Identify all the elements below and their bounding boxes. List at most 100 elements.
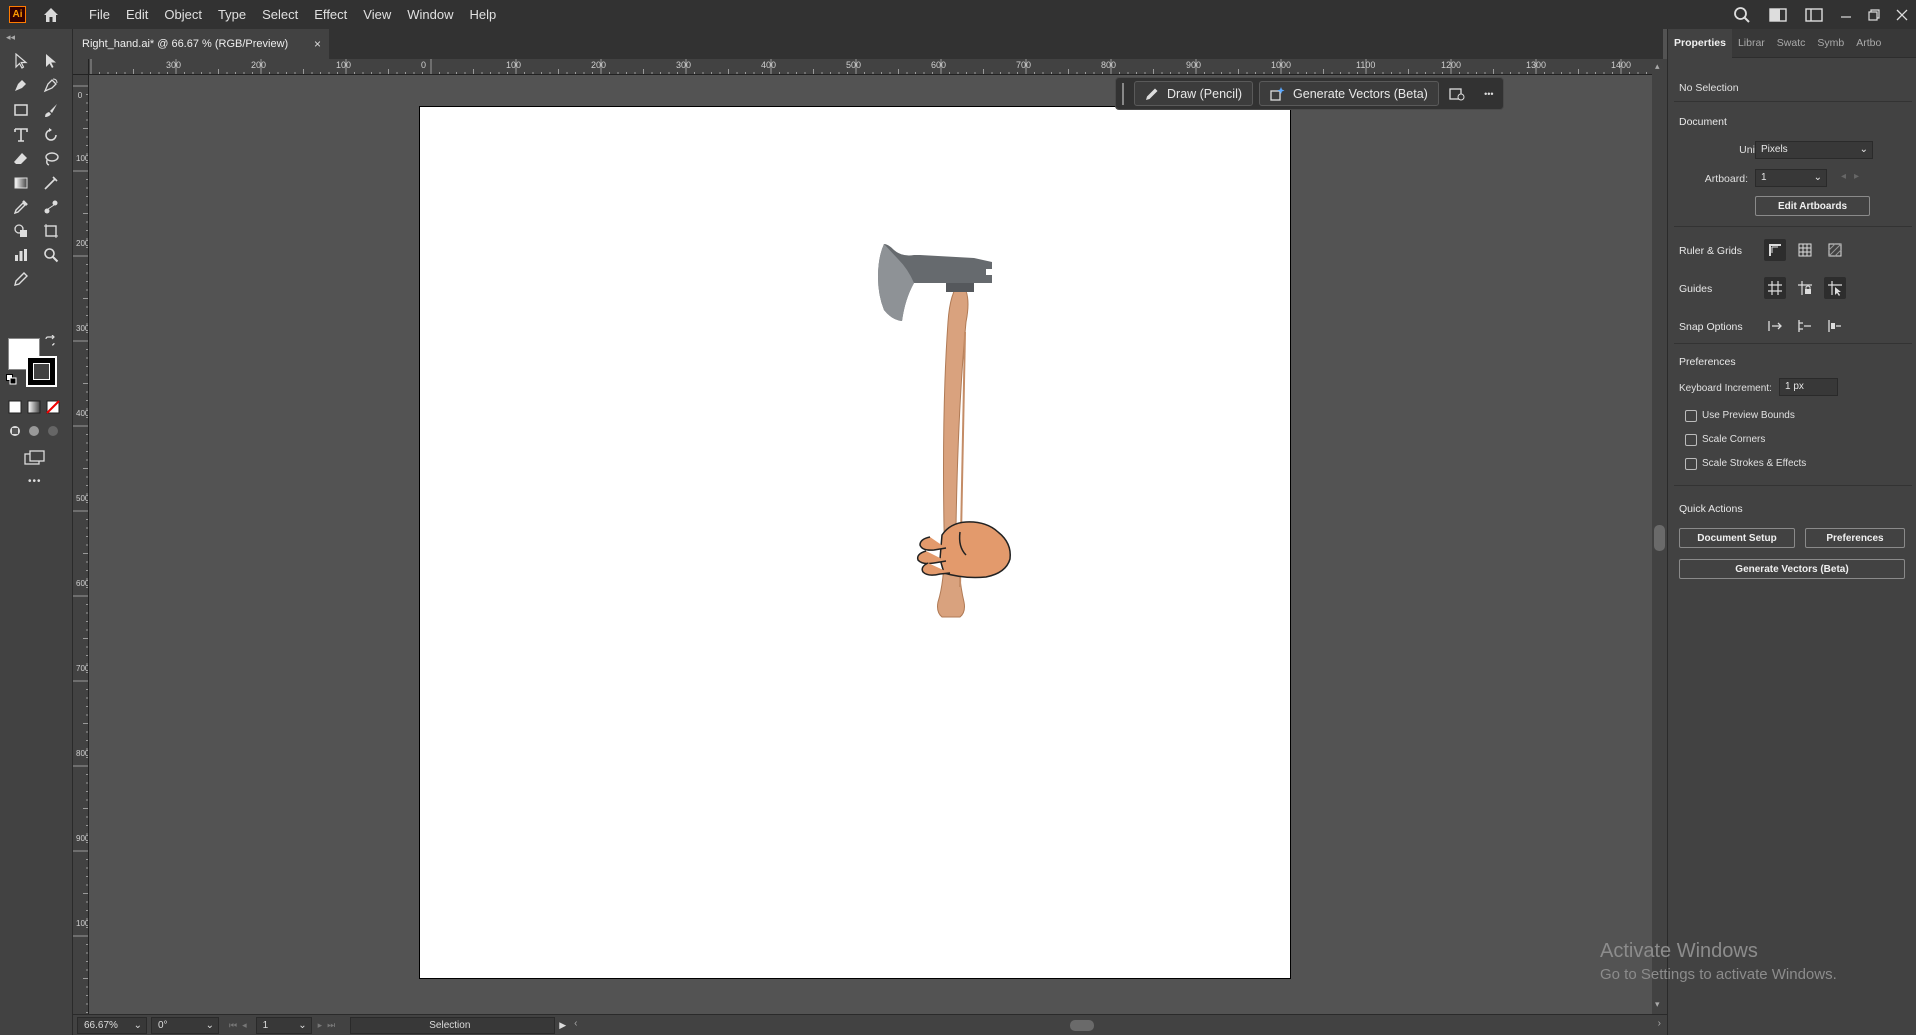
selection-tool-icon[interactable] [8,50,34,72]
menu-edit[interactable]: Edit [118,0,156,29]
curvature-tool-icon[interactable] [38,74,64,96]
tab-swatches[interactable]: Swatc [1771,29,1812,58]
scroll-left-icon[interactable]: ‹ [574,1018,577,1029]
show-grid-icon[interactable] [1794,239,1816,261]
smart-guides-icon[interactable] [1824,277,1846,299]
edit-toolbar-icon[interactable]: ••• [28,476,42,487]
ruler-origin[interactable] [73,59,89,75]
vertical-scroll-thumb[interactable] [1654,525,1665,551]
scroll-up-icon[interactable]: ▴ [1655,61,1660,72]
first-prev-artboard-icons[interactable]: ⏮◂ [229,1020,252,1031]
screen-mode-icon[interactable] [22,447,48,469]
paintbrush-tool-icon[interactable] [38,99,64,121]
menu-select[interactable]: Select [254,0,306,29]
close-tab-icon[interactable]: × [314,37,321,51]
none-mode-icon[interactable] [44,399,62,415]
document-setup-button[interactable]: Document Setup [1679,528,1795,548]
restore-icon[interactable] [1860,0,1888,29]
artboard[interactable] [419,106,1291,979]
scroll-down-icon[interactable]: ▾ [1655,999,1660,1010]
use-preview-bounds-checkbox[interactable] [1685,410,1697,422]
tab-libraries[interactable]: Librar [1732,29,1771,58]
scale-strokes-effects-checkbox[interactable] [1685,458,1697,470]
axe-with-hand-artwork[interactable] [420,107,1292,980]
direct-selection-tool-icon[interactable] [38,50,64,72]
rotation-field[interactable]: 0° ⌄ [151,1016,219,1034]
lasso-tool-icon[interactable] [38,148,64,170]
artboard-tool-icon[interactable] [38,220,64,242]
more-options-icon[interactable]: ••• [1475,81,1503,106]
close-window-icon[interactable] [1888,0,1916,29]
keyboard-increment-input[interactable]: 1 px [1779,378,1838,396]
draw-normal-icon[interactable] [6,423,24,439]
blend-tool-icon[interactable] [38,196,64,218]
color-mode-icon[interactable] [6,399,24,415]
vertical-ruler[interactable]: 0 100 200 300 400 500 600 700 800 900 10… [73,75,89,1014]
menu-object[interactable]: Object [156,0,210,29]
home-icon[interactable] [41,5,61,25]
graph-tool-icon[interactable] [8,244,34,266]
workspace-icon[interactable] [1760,0,1796,29]
document-tab[interactable]: Right_hand.ai* @ 66.67 % (RGB/Preview) × [73,29,329,59]
menu-window[interactable]: Window [399,0,461,29]
horizontal-ruler[interactable]: 300 200 100 0 100 200 300 400 500 600 70… [89,59,1652,75]
snap-to-grid-icon[interactable] [1794,315,1816,337]
drag-handle[interactable] [1122,82,1128,105]
pen-tool-icon[interactable] [8,74,34,96]
units-select[interactable]: Pixels ⌄ [1755,141,1873,159]
show-guides-icon[interactable] [1764,277,1786,299]
canvas-area[interactable] [90,76,1652,1014]
transparency-grid-icon[interactable] [1824,239,1846,261]
artboard-navigation-field[interactable]: 1 ⌄ [255,1016,312,1034]
pin-taskbar-icon[interactable] [1443,81,1471,106]
horizontal-scrollbar[interactable]: ‹ › [566,1015,1667,1035]
edit-artboards-button[interactable]: Edit Artboards [1755,196,1870,216]
collapse-toolbar-icon[interactable]: ◂◂ [6,32,15,43]
shape-builder-tool-icon[interactable] [8,220,34,242]
type-tool-icon[interactable] [8,124,34,146]
menu-view[interactable]: View [355,0,399,29]
zoom-tool-icon[interactable] [38,244,64,266]
generate-vectors-button[interactable]: Generate Vectors (Beta) [1259,81,1439,106]
horizontal-scroll-thumb[interactable] [1070,1019,1095,1031]
snap-to-pixel-icon[interactable] [1824,315,1846,337]
gradient-tool-icon[interactable] [8,172,34,194]
draw-behind-icon[interactable] [25,423,43,439]
stroke-color-swatch[interactable] [26,356,57,387]
arrange-documents-icon[interactable] [1796,0,1832,29]
zoom-field[interactable]: 66.67% ⌄ [77,1016,147,1034]
scale-corners-checkbox[interactable] [1685,434,1697,446]
tab-artboards[interactable]: Artbo [1850,29,1887,58]
swap-fill-stroke-icon[interactable] [43,334,57,348]
mesh-tool-icon[interactable] [38,172,64,194]
rectangle-tool-icon[interactable] [8,99,34,121]
pencil-tool-icon[interactable] [8,268,34,290]
artboard-select[interactable]: 1 ⌄ [1755,169,1827,187]
current-tool-field[interactable]: Selection [350,1016,556,1034]
eyedropper-tool-icon[interactable] [8,196,34,218]
menu-file[interactable]: File [81,0,118,29]
vertical-scrollbar[interactable]: ▴ ▾ [1652,59,1667,1014]
preferences-button[interactable]: Preferences [1805,528,1905,548]
tab-symbols[interactable]: Symb [1811,29,1850,58]
lock-guides-icon[interactable] [1794,277,1816,299]
minimize-icon[interactable] [1832,0,1860,29]
default-colors-icon[interactable] [5,373,17,385]
gradient-mode-icon[interactable] [25,399,43,415]
menu-type[interactable]: Type [210,0,254,29]
generate-vectors-panel-button[interactable]: Generate Vectors (Beta) [1679,559,1905,579]
draw-pencil-button[interactable]: Draw (Pencil) [1134,81,1254,106]
next-last-artboard-icons[interactable]: ▸⏭ [318,1020,341,1031]
menu-effect[interactable]: Effect [306,0,355,29]
menu-help[interactable]: Help [461,0,504,29]
eraser-tool-icon[interactable] [8,148,34,170]
search-icon[interactable] [1724,0,1760,29]
snap-to-point-icon[interactable] [1764,315,1786,337]
draw-inside-icon[interactable] [44,423,62,439]
artboard-prev-next-icons[interactable]: ◂▸ [1841,171,1867,182]
rotate-tool-icon[interactable] [38,124,64,146]
show-rulers-icon[interactable] [1764,239,1786,261]
tab-properties[interactable]: Properties [1668,28,1732,58]
status-menu-icon[interactable]: ▶ [559,1020,566,1031]
scroll-right-icon[interactable]: › [1658,1018,1661,1029]
